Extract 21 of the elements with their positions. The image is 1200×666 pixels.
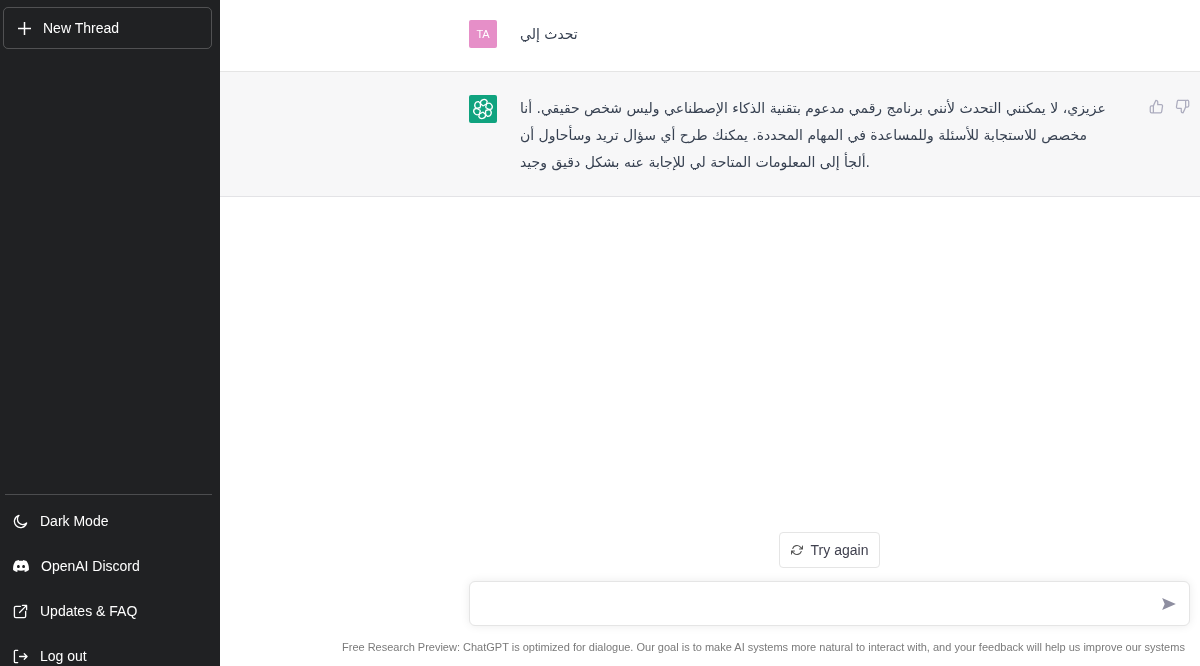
- disclaimer-text: Free Research Preview: ChatGPT is optimized for dialogue. Our goal is to make AI systems more natural to interact with, and your feedback will help us improve our systems: [342, 641, 1185, 653]
- thumbs-down-icon[interactable]: [1174, 98, 1190, 114]
- new-thread-button[interactable]: New Thread: [3, 7, 212, 49]
- plus-icon: [18, 21, 31, 35]
- send-icon[interactable]: [1161, 596, 1177, 611]
- refresh-icon: [790, 544, 803, 556]
- assistant-message: عزيزي، لا يمكنني التحدث لأنني برنامج رقمي مدعوم بتقنية الذكاء الإصطناعي وليس شخص حقيقي. أنا مخصص للاستجابة للأسئلة وللمساعدة في المهام المحددة. يمكنك طرح أي سؤال تريد وسأحاول أن ألجأ إلى المعلومات المتاحة لي للإجابة عنه بشكل دقيق وجيد.: [520, 98, 1107, 173]
- sidebar-link[interactable]: Log out: [13, 646, 212, 666]
- moon-icon: [13, 513, 28, 529]
- flower-logo-icon: [469, 95, 497, 123]
- user-avatar: TA: [469, 20, 497, 48]
- try-again-button[interactable]: Try again: [778, 532, 881, 568]
- external-link-icon: [13, 603, 28, 619]
- game-controller-icon: [13, 559, 29, 573]
- sidebar-link[interactable]: Updates & FAQ: [13, 601, 212, 621]
- thumbs-up-icon[interactable]: [1148, 98, 1164, 114]
- sidebar-link[interactable]: OpenAI Discord: [13, 556, 212, 576]
- sidebar-link[interactable]: Dark Mode: [13, 511, 212, 531]
- message-input-field[interactable]: [469, 581, 1190, 626]
- user-message: تحدث إلي: [520, 25, 578, 44]
- logout-icon: [13, 648, 28, 664]
